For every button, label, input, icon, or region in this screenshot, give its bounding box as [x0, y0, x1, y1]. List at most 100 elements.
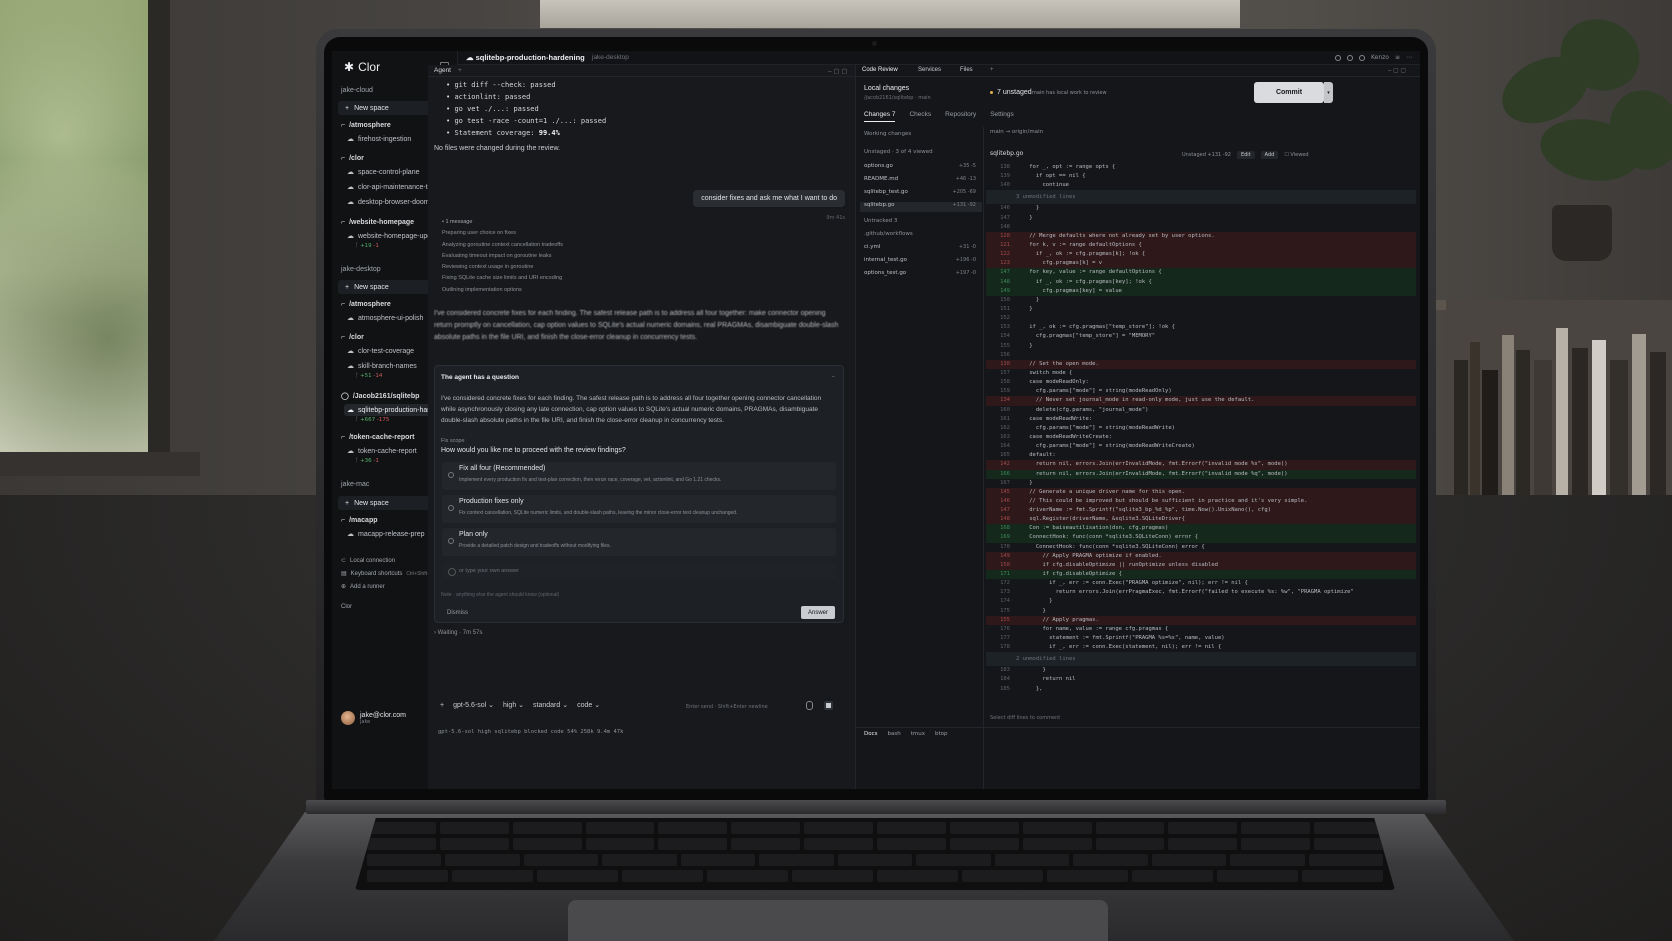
diff-line[interactable]: 138 for _, opt := range opts { — [986, 163, 1416, 172]
local-connection[interactable]: ⊂ Local connection — [341, 557, 395, 565]
diff-line[interactable]: 152 — [986, 314, 1416, 323]
diff-line[interactable]: 163 case modeReadWriteCreate: — [986, 433, 1416, 442]
diff-line[interactable]: 171 if cfg.disableOptimize { — [986, 570, 1416, 580]
diff-line[interactable]: 145 // Generate a unique driver name for… — [986, 487, 1416, 497]
diff-line[interactable]: 164 cfg.params["mode"] = string(modeRead… — [986, 442, 1416, 451]
group-jacob2161-sqlitebp[interactable]: ◯/Jacob2161/sqlitebp — [341, 392, 419, 401]
diff-line[interactable]: 155 // Apply pragmas. — [986, 615, 1416, 625]
diff-line[interactable]: 120 // Merge defaults where not already … — [986, 231, 1416, 241]
tab-checks[interactable]: Checks — [909, 111, 931, 122]
diff-view[interactable]: 138 for _, opt := range opts {139 if opt… — [986, 163, 1416, 725]
add-tab-icon[interactable]: + — [458, 67, 462, 74]
group-clor[interactable]: ⌐/clor — [341, 334, 364, 341]
menu-icon[interactable]: ≡ — [1395, 54, 1400, 61]
diff-line[interactable]: 184 return nil — [986, 675, 1416, 684]
tool-select[interactable]: code ⌄ — [577, 701, 600, 709]
diff-line[interactable]: 149 cfg.pragmas[key] = value — [986, 286, 1416, 296]
effort-select[interactable]: high ⌄ — [503, 701, 524, 709]
tab-repository[interactable]: Repository — [945, 111, 976, 122]
file-item[interactable]: sqlitebp_test.go +205 -69 — [864, 189, 982, 195]
group-clor[interactable]: ⌐/clor — [341, 155, 364, 162]
tab-agent[interactable]: Agent — [434, 67, 451, 74]
diff-line[interactable]: 169 ConnectHook: func(conn *sqlite3.SQLi… — [986, 533, 1416, 543]
own-answer-input[interactable]: or type your own answer — [442, 563, 836, 579]
edit-button[interactable]: Edit — [1236, 151, 1255, 159]
diff-line[interactable]: 176 for name, value := range cfg.pragmas… — [986, 625, 1416, 634]
file-item-active[interactable]: sqlitebp.go +131 -92 — [860, 202, 982, 212]
tab-code-review[interactable]: Code Review — [862, 67, 898, 73]
more-icon[interactable]: ⋯ — [1406, 54, 1412, 61]
group-atmosphere[interactable]: ⌐/atmosphere — [341, 122, 391, 129]
diff-line[interactable]: 146 } — [986, 204, 1416, 213]
composer-input[interactable] — [434, 643, 844, 723]
diff-line[interactable]: 134 // Never set journal_mode in read-on… — [986, 396, 1416, 406]
chevron-down-icon[interactable]: ▾ — [1324, 82, 1333, 103]
file-item[interactable]: internal_test.go +196 -0 — [864, 257, 982, 263]
tab-settings[interactable]: Settings — [990, 111, 1014, 122]
diff-line[interactable]: 147 for key, value := range defaultOptio… — [986, 268, 1416, 278]
tab-files[interactable]: Files — [960, 67, 973, 73]
group-token-cache-report[interactable]: ⌐/token-cache-report — [341, 434, 414, 441]
diff-line[interactable]: 158 case modeReadOnly: — [986, 378, 1416, 387]
diff-line[interactable]: 147 driverName := fmt.Sprintf("sqlite3_b… — [986, 506, 1416, 516]
window-controls-icon[interactable]: – ▢ ▢ — [828, 67, 848, 75]
diff-line[interactable]: 122 if _, ok := cfg.pragmas[k]; !ok { — [986, 250, 1416, 260]
diff-line[interactable]: 162 cfg.params["mode"] = string(modeRead… — [986, 424, 1416, 433]
tab-services[interactable]: Services — [918, 67, 941, 73]
diff-line[interactable]: 178 if _, err := conn.Exec(statement, ni… — [986, 643, 1416, 652]
diff-line[interactable]: 168 Con := baiseautilisation(dsn, cfg.pr… — [986, 524, 1416, 534]
section-jake-mac[interactable]: jake-mac — [341, 481, 369, 488]
commit-button[interactable]: Commit — [1254, 82, 1324, 103]
collapse-icon[interactable]: – — [832, 372, 836, 380]
thinking-steps[interactable]: • 1 message Preparing user choice on fix… — [442, 217, 563, 296]
file-item[interactable]: options_test.go +197 -0 — [864, 270, 982, 276]
tab-tmux[interactable]: tmux — [911, 731, 925, 737]
diff-line[interactable]: 146 // This could be improved but should… — [986, 496, 1416, 507]
diff-line[interactable]: 148 sql.Register(driverName, &sqlite3.SQ… — [986, 515, 1416, 525]
group-website-homepage[interactable]: ⌐/website-homepage — [341, 219, 414, 226]
diff-line[interactable]: 159 cfg.params["mode"] = string(modeRead… — [986, 387, 1416, 396]
diff-line[interactable]: 166 return nil, errors.Join(errInvalidMo… — [986, 469, 1416, 479]
file-item[interactable]: README.md +46 -13 — [864, 176, 982, 182]
group-atmosphere[interactable]: ⌐/atmosphere — [341, 301, 391, 308]
unmodified-lines-fold[interactable]: 2 unmodified lines — [986, 652, 1416, 667]
answer-button[interactable]: Answer — [801, 606, 835, 619]
diff-line[interactable]: 175 } — [986, 607, 1416, 616]
radio-icon[interactable] — [448, 505, 454, 511]
diff-line[interactable]: 172 if _, err := conn.Exec("PRAGMA optim… — [986, 579, 1416, 588]
diff-line[interactable]: 160 delete(cfg.params, "journal_mode") — [986, 406, 1416, 415]
diff-line[interactable]: 161 case modeReadWrite: — [986, 415, 1416, 424]
file-item[interactable]: ci.yml +31 -0 — [864, 244, 982, 250]
diff-line[interactable]: 173 return errors.Join(errPragmaExec, fm… — [986, 588, 1416, 597]
add-tab-icon[interactable]: + — [990, 67, 994, 73]
viewed-checkbox[interactable]: ☐ Viewed — [1284, 152, 1308, 158]
diff-line[interactable]: 148 if _, ok := cfg.pragmas[key]; !ok { — [986, 277, 1416, 287]
tab-btop[interactable]: btop — [935, 731, 948, 737]
window-controls-icon[interactable]: – ▢ ▢ — [1388, 67, 1406, 74]
add-runner[interactable]: ⊕ Add a runner — [341, 583, 385, 591]
note-input[interactable]: Note · anything else the agent should kn… — [441, 592, 559, 598]
group-macapp[interactable]: ⌐/macapp — [341, 517, 378, 524]
tab-changes[interactable]: Changes 7 — [864, 111, 896, 122]
brand-logo[interactable]: ✱ Clor — [344, 59, 380, 75]
user-label[interactable]: Kenzo — [1371, 54, 1389, 61]
model-select[interactable]: gpt-5.6-sol ⌄ — [453, 701, 494, 709]
diff-line[interactable]: 121 for k, v := range defaultOptions { — [986, 240, 1416, 251]
diff-line[interactable]: 157 switch mode { — [986, 369, 1416, 378]
diff-line[interactable]: 142 return nil, errors.Join(errInvalidMo… — [986, 460, 1416, 470]
diff-line[interactable]: 150 if cfg.disableOptimize || runOptimiz… — [986, 560, 1416, 571]
diff-line[interactable]: 167 } — [986, 479, 1416, 488]
radio-icon[interactable] — [448, 472, 454, 478]
dismiss-button[interactable]: Dismiss — [447, 610, 468, 616]
keyboard-shortcuts[interactable]: ▤ Keyboard shortcuts Ctrl+Shift+K — [341, 570, 433, 578]
diff-line[interactable]: 165 default: — [986, 451, 1416, 460]
diff-line[interactable]: 154 cfg.pragmas["temp_store"] = "MEMORY" — [986, 332, 1416, 341]
attach-icon[interactable]: + — [440, 702, 444, 709]
section-jake-cloud[interactable]: jake-cloud — [341, 87, 373, 94]
diff-line[interactable]: 185 }, — [986, 685, 1416, 694]
tab-bash[interactable]: bash — [888, 731, 901, 737]
tab-docs[interactable]: Docs — [864, 731, 878, 737]
stop-button[interactable] — [824, 701, 833, 710]
diff-line[interactable]: 155 } — [986, 342, 1416, 351]
diff-line[interactable]: 148 — [986, 223, 1416, 232]
